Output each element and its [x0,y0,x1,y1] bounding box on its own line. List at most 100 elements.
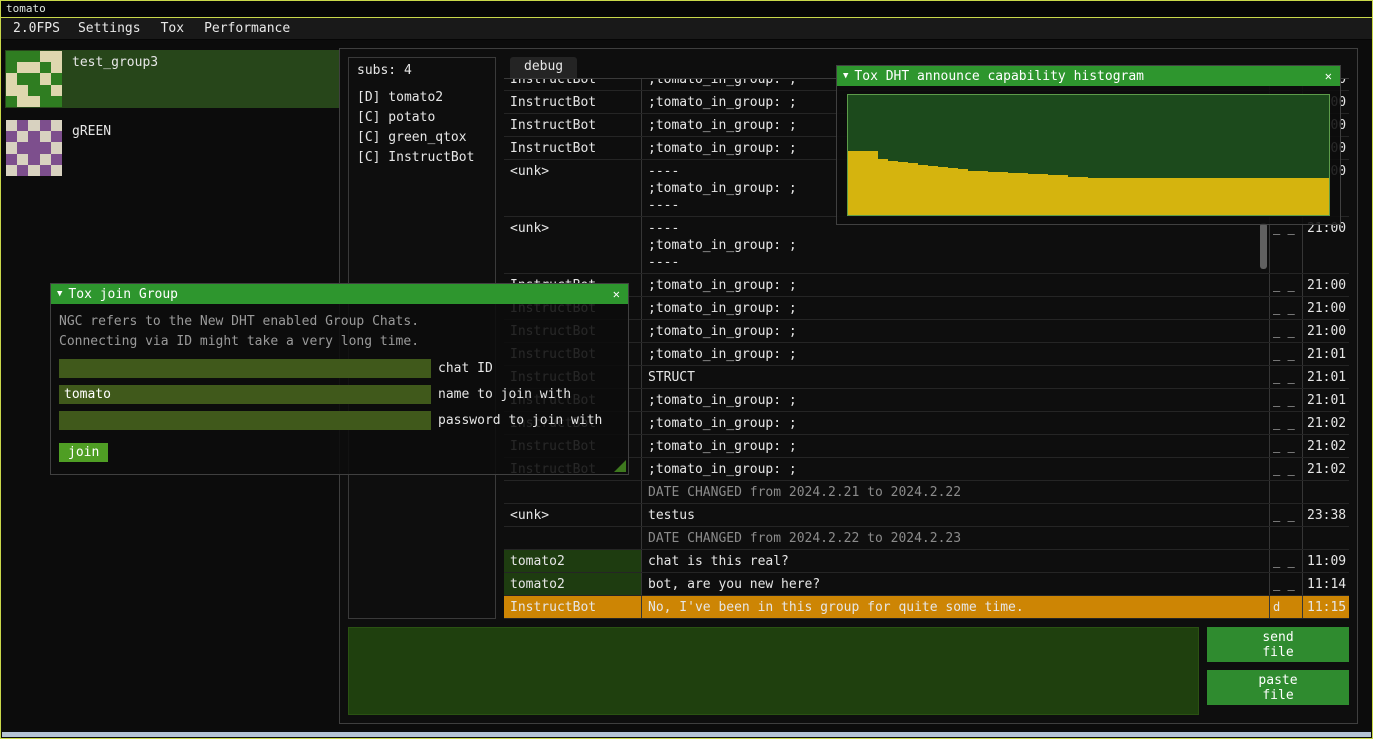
message-row[interactable]: InstructBotSTRUCT_ _21:01 [504,366,1349,389]
histogram-bar [1088,178,1098,215]
message-time: 21:02 [1303,435,1349,457]
join-field-row: chat ID [59,359,620,378]
message-text: ;tomato_in_group: ; [642,412,1270,434]
message-row[interactable]: InstructBot;tomato_in_group: ;_ _21:02 [504,412,1349,435]
member-item[interactable]: [C] green_qtox [357,128,487,148]
message-input[interactable] [348,627,1199,715]
sender-name: tomato2 [504,550,642,572]
message-row[interactable]: InstructBot;tomato_in_group: ;_ _21:02 [504,435,1349,458]
password-to-join-with-input[interactable] [59,411,431,430]
message-time: 11:09 [1303,550,1349,572]
message-row[interactable]: <unk>testus_ _23:38 [504,504,1349,527]
message-time: 21:01 [1303,366,1349,388]
message-row[interactable]: InstructBot;tomato_in_group: ;_ _21:01 [504,343,1349,366]
avatar-pixel [6,154,17,165]
scrollbar-thumb[interactable] [1260,223,1267,269]
sender-name: <unk> [504,217,642,273]
group-item-test_group3[interactable]: test_group3 [5,50,339,108]
tab-debug[interactable]: debug [510,57,577,78]
group-name: gREEN [72,120,111,139]
member-item[interactable]: [D] tomato2 [357,88,487,108]
avatar-pixel [28,165,39,176]
paste-file-button[interactable]: paste file [1207,670,1349,705]
resize-grip[interactable] [614,460,626,472]
histogram-window-titlebar[interactable]: ▼ Tox DHT announce capability histogram … [837,66,1340,86]
avatar-pixel [17,73,28,84]
message-status: d [1270,596,1303,618]
chat-ID-input[interactable] [59,359,431,378]
composer-buttons: send file paste file [1207,627,1349,715]
message-row[interactable]: InstructBot;tomato_in_group: ;_ _21:02 [504,458,1349,481]
system-row[interactable]: DATE CHANGED from 2024.2.21 to 2024.2.22 [504,481,1349,504]
group-name: test_group3 [72,51,158,70]
member-item[interactable]: [C] potato [357,108,487,128]
system-row[interactable]: DATE CHANGED from 2024.2.22 to 2024.2.23 [504,527,1349,550]
histogram-bar [848,151,858,215]
member-item[interactable]: [C] InstructBot [357,148,487,168]
join-info-line: Connecting via ID might take a very long… [59,332,620,352]
menu-item-tox[interactable]: Tox [151,21,194,36]
name-to-join-with-input[interactable] [59,385,431,404]
sender-name: InstructBot [504,114,642,136]
join-info: NGC refers to the New DHT enabled Group … [59,312,620,352]
avatar-pixel [6,165,17,176]
menu-item-settings[interactable]: Settings [68,21,151,36]
send-file-button[interactable]: send file [1207,627,1349,662]
menu-item-performance[interactable]: Performance [194,21,300,36]
fps-counter: 2.0FPS [5,21,68,36]
sender-name: tomato2 [504,573,642,595]
group-item-gREEN[interactable]: gREEN [5,119,339,177]
histogram-bar [898,162,908,215]
avatar-pixel [28,51,39,62]
avatar-pixel [40,73,51,84]
message-time: 11:15 [1303,596,1349,618]
message-text: ;tomato_in_group: ; [642,343,1270,365]
avatar-pixel [17,131,28,142]
avatar-pixel [28,85,39,96]
join-button[interactable]: join [59,443,108,462]
avatar-pixel [28,73,39,84]
sender-name: InstructBot [504,596,642,618]
histogram-bar [1138,178,1148,215]
message-row[interactable]: InstructBot;tomato_in_group: ;_ _21:00 [504,320,1349,343]
message-text: ;tomato_in_group: ; [642,274,1270,296]
histogram-bar [1249,178,1259,215]
message-row[interactable]: InstructBot;tomato_in_group: ;_ _21:01 [504,389,1349,412]
histogram-bar [928,166,938,215]
join-window-title: Tox join Group [68,287,604,302]
sender-name: InstructBot [504,91,642,113]
close-icon[interactable]: ✕ [611,287,622,301]
close-icon[interactable]: ✕ [1323,69,1334,83]
message-status: _ _ [1270,389,1303,411]
join-field-row: password to join with [59,411,620,430]
histogram-bar [1219,178,1229,215]
message-text: DATE CHANGED from 2024.2.21 to 2024.2.22 [642,481,1270,503]
collapse-arrow-icon[interactable]: ▼ [843,71,848,81]
histogram-bar [868,151,878,215]
message-row[interactable]: InstructBot;tomato_in_group: ;_ _21:00 [504,274,1349,297]
message-time: 21:00 [1303,217,1349,273]
avatar-pixel [51,62,62,73]
message-row[interactable]: tomato2chat is this real?_ _11:09 [504,550,1349,573]
join-window-body: NGC refers to the New DHT enabled Group … [51,304,628,474]
sender-name [504,481,642,503]
histogram-plot-wrap [837,86,1340,224]
message-status [1270,527,1303,549]
avatar-pixel [51,120,62,131]
histogram-bar [1229,178,1239,215]
join-window-titlebar[interactable]: ▼ Tox join Group ✕ [51,284,628,304]
histogram-bar [908,163,918,215]
message-row[interactable]: tomato2bot, are you new here?_ _11:14 [504,573,1349,596]
message-time [1303,481,1349,503]
collapse-arrow-icon[interactable]: ▼ [57,289,62,299]
message-text: ;tomato_in_group: ; [642,297,1270,319]
message-row[interactable]: InstructBotNo, I've been in this group f… [504,596,1349,619]
histogram-bar [1068,177,1078,215]
histogram-plot[interactable] [847,94,1330,216]
histogram-bar [1078,177,1088,215]
message-row[interactable]: InstructBot;tomato_in_group: ;_ _21:00 [504,297,1349,320]
message-row[interactable]: <unk>----;tomato_in_group: ;----_ _21:00 [504,217,1349,274]
avatar-pixel [51,165,62,176]
histogram-bar [958,169,968,215]
avatar-pixel [40,96,51,107]
